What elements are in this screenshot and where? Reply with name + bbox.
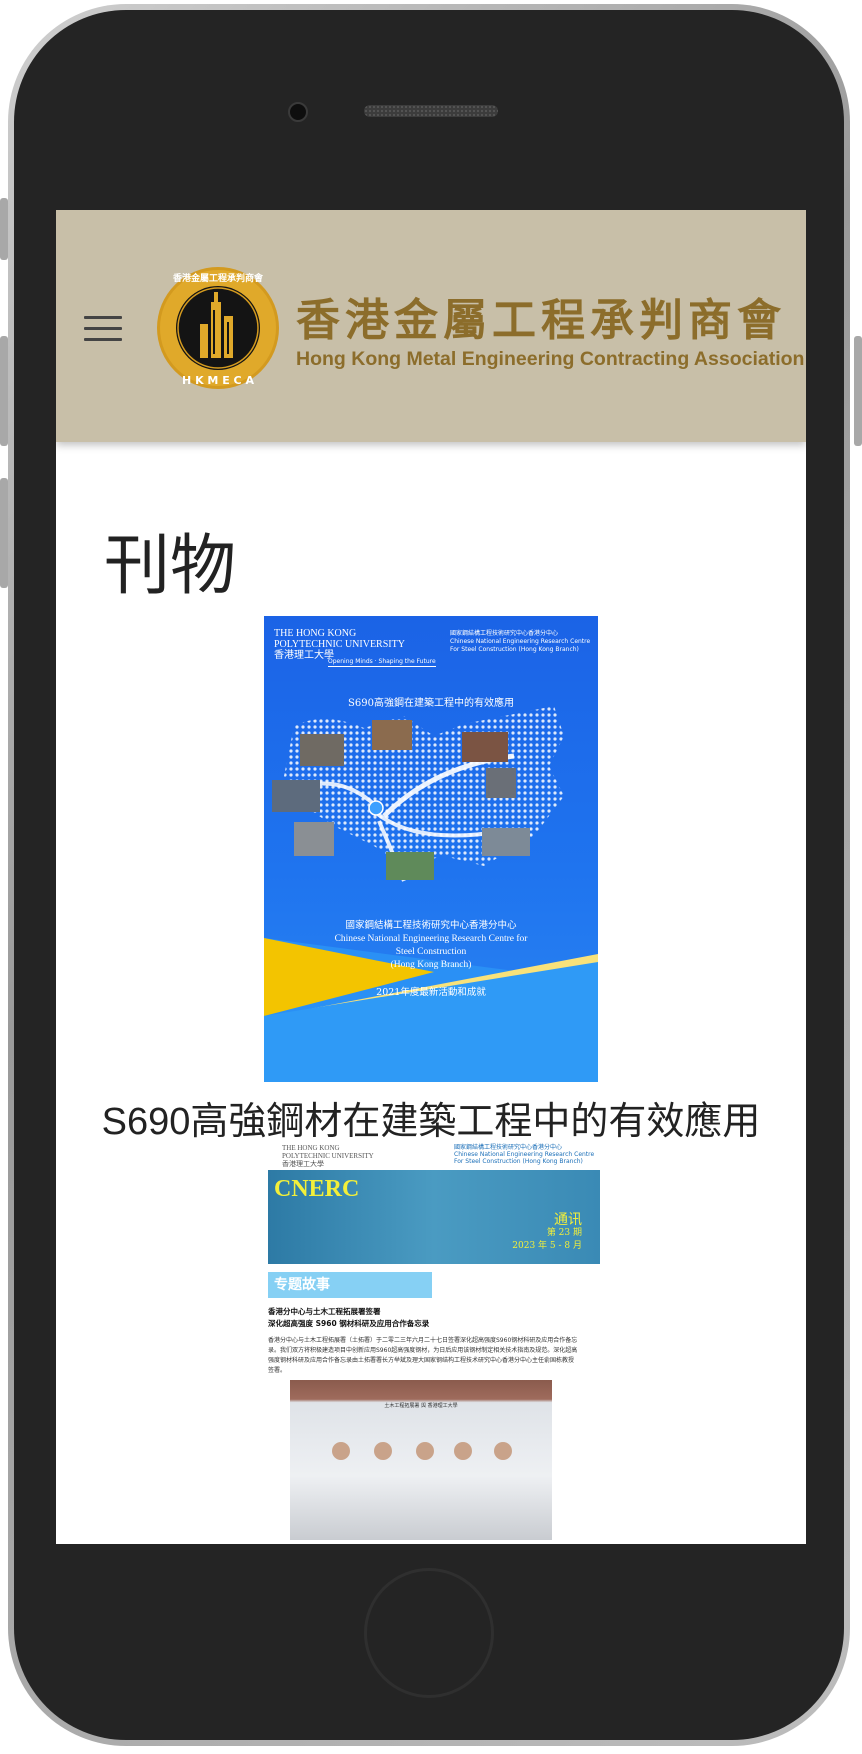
cover-cnerc-name: 國家鋼結構工程技術研究中心香港分中心 Chinese National Engi…	[450, 630, 591, 653]
cover2-signing-photo: 土木工程拓展署 與 香港理工大學	[290, 1380, 552, 1540]
person-figure	[374, 1442, 392, 1460]
publication-cover-s690[interactable]: THE HONG KONG POLYTECHNIC UNIVERSITY 香港理…	[264, 616, 598, 1082]
front-camera	[288, 102, 308, 122]
brand-name-english: Hong Kong Metal Engineering Contracting …	[296, 348, 805, 370]
cover-year-text: 2021年度最新活動和成就	[376, 987, 486, 998]
cover2-banner: CNERC 通讯 第 23 期 2023 年 5 - 8 月	[268, 1170, 600, 1264]
cover2-photo-banner-text: 土木工程拓展署 與 香港理工大學	[384, 1403, 458, 1409]
person-figure	[416, 1442, 434, 1460]
person-figure	[332, 1442, 350, 1460]
home-button[interactable]	[364, 1568, 494, 1698]
publication-cover-cnerc-newsletter[interactable]: THE HONG KONG POLYTECHNIC UNIVERSITY 香港理…	[268, 1140, 600, 1544]
cover2-cnerc-name: 國家鋼結構工程技術研究中心香港分中心 Chinese National Engi…	[454, 1144, 595, 1165]
person-figure	[454, 1442, 472, 1460]
mute-switch	[0, 198, 8, 260]
cover-polyu-name: THE HONG KONG POLYTECHNIC UNIVERSITY 香港理…	[274, 628, 405, 661]
hamburger-menu-icon[interactable]	[84, 316, 122, 344]
cover-map-graphic	[264, 706, 598, 1082]
association-logo[interactable]: H K M E C A 香港金屬工程承判商會	[156, 266, 280, 390]
cover2-feature-label: 专题故事	[268, 1272, 432, 1298]
cover2-cnerc-title: CNERC	[274, 1176, 360, 1202]
cover-tagline: Opening Minds · Shaping the Future	[328, 658, 436, 667]
volume-up-button	[0, 336, 8, 446]
logo-ring-text: 香港金屬工程承判商會	[172, 272, 264, 284]
cover2-story-body: 香港分中心与土木工程拓展署（土拓署）于二零二三年六月二十七日签署深化超高强度S9…	[268, 1337, 578, 1374]
cover-title: S690高強鋼在建築工程中的有效應用	[348, 698, 514, 709]
volume-down-button	[0, 478, 8, 588]
cover2-polyu-name: THE HONG KONG POLYTECHNIC UNIVERSITY 香港理…	[282, 1144, 374, 1168]
person-figure	[494, 1442, 512, 1460]
page-title: 刊物	[104, 527, 236, 605]
cover2-issue-info: 通讯 第 23 期 2023 年 5 - 8 月	[512, 1212, 582, 1251]
logo-letters: H K M E C A	[182, 374, 254, 387]
cover2-story-headline: 香港分中心与土木工程拓展署签署 深化超高强度 S960 钢材科研及应用合作备忘录	[268, 1307, 430, 1328]
site-header: H K M E C A 香港金屬工程承判商會 香港金屬工程承判商會 Hong K…	[56, 210, 806, 442]
screen: H K M E C A 香港金屬工程承判商會 香港金屬工程承判商會 Hong K…	[56, 210, 806, 1544]
brand-name-chinese: 香港金屬工程承判商會	[296, 295, 786, 346]
cover-footer-text: 國家鋼結構工程技術研究中心香港分中心 Chinese National Engi…	[334, 921, 528, 970]
power-button	[854, 336, 862, 446]
earpiece-speaker	[364, 105, 498, 117]
